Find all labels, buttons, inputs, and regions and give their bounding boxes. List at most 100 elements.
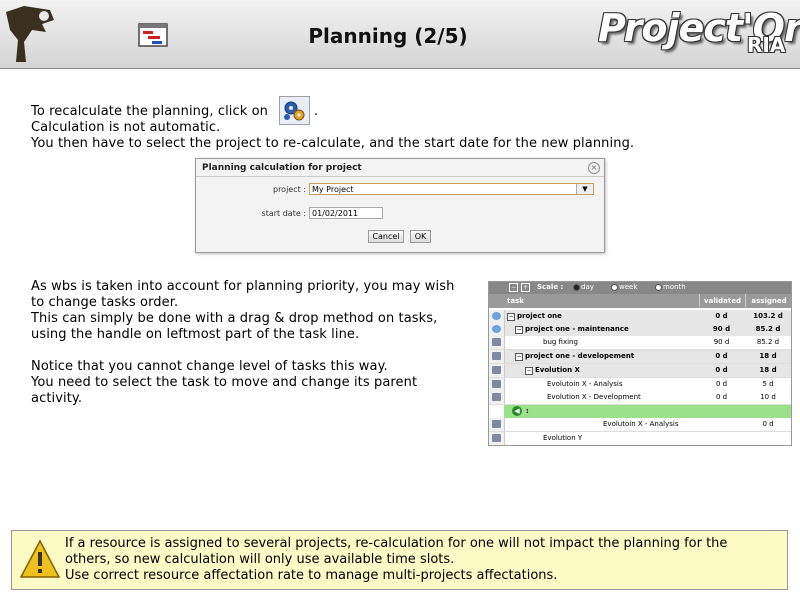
validated-value: 0 d [715,352,728,360]
calculate-planning-button[interactable] [279,96,310,125]
wbs-explanation-line: As wbs is taken into account for plannin… [31,279,455,294]
planning-calculation-dialog: Planning calculation for project × proje… [195,158,605,253]
project-select[interactable]: My Project ▼ [309,183,594,195]
task-name: bug fixing [543,338,578,346]
intro-line-2: Calculation is not automatic. [31,120,221,135]
wbs-explanation-line: You need to select the task to move and … [31,375,418,390]
column-header-assigned: assigned [745,294,791,307]
table-row[interactable]: Evolutoin X - Analysis 0 d [489,418,791,432]
drop-zone-marker: : [526,407,529,415]
intro-line-3: You then have to select the project to r… [31,136,635,151]
ok-button[interactable]: OK [410,230,431,243]
intro-line-1-end: . [314,104,319,119]
dialog-title: Planning calculation for project [202,163,362,173]
project-icon [492,325,501,333]
task-name: Evolutoin X - Analysis [603,420,679,428]
column-header-validated: validated [699,294,745,307]
assigned-value: 103.2 d [753,312,783,320]
scale-option-day[interactable]: day [569,283,594,291]
assigned-value [745,432,791,445]
scale-option-week[interactable]: week [607,283,637,291]
wbs-explanation-line: This can simply be done with a drag & dr… [31,311,438,326]
assigned-value: 5 d [762,380,774,388]
project-icon [492,312,501,320]
column-header-task: task [507,297,524,305]
wbs-explanation-line: to change tasks order. [31,295,179,310]
table-row[interactable]: Evolution X - Development 0 d 10 d [489,391,791,405]
start-date-label: start date : [261,209,306,218]
table-row[interactable]: Evolutoin X - Analysis 0 d 5 d [489,378,791,392]
table-row[interactable]: − project one 0 d 103.2 d [489,310,791,324]
header-bar: Planning (2/5) Project'Or RIA [0,0,800,69]
task-icon [492,380,501,388]
collapse-icon[interactable]: − [507,313,515,321]
task-name: project one - maintenance [525,325,629,333]
validated-value [699,418,744,431]
start-date-field[interactable]: 01/02/2011 [309,207,383,219]
validated-value [699,432,744,445]
collapse-all-icon[interactable]: − [509,283,518,292]
collapse-icon[interactable]: − [525,367,533,375]
task-name: Evolution X [535,366,580,374]
brand-logo-subtext: RIA [747,33,786,57]
wbs-explanation-line: Notice that you cannot change level of t… [31,359,388,374]
assigned-value: 85.2 d [756,338,780,346]
collapse-icon[interactable]: − [515,353,523,361]
scale-label: Scale : [537,283,564,291]
grid-header: task validated assigned [489,294,791,308]
chevron-down-icon[interactable]: ▼ [576,184,593,194]
tip-box: If a resource is assigned to several pro… [11,530,788,590]
validated-value: 0 d [715,393,728,401]
scale-option-month[interactable]: month [651,283,686,291]
table-row[interactable]: bug fixing 90 d 85.2 d [489,336,791,350]
validated-value: 0 d [715,380,728,388]
task-name: Evolutoin X - Analysis [547,380,623,388]
close-icon[interactable]: × [588,162,600,174]
task-name: project one - developement [525,352,635,360]
drop-zone-indicator: : ◀ [504,405,791,419]
table-row[interactable]: − project one - maintenance 90 d 85.2 d [489,323,791,337]
tip-line: others, so new calculation will only use… [65,552,455,567]
task-icon [492,338,501,346]
intro-line-1: To recalculate the planning, click on [31,104,269,119]
assigned-value: 10 d [760,393,776,401]
warning-icon [19,539,61,578]
calculate-planning-icon [284,101,305,121]
radio-icon [611,283,618,291]
validated-value: 0 d [715,312,728,320]
task-name: project one [517,312,562,320]
tip-line: If a resource is assigned to several pro… [65,536,728,551]
task-icon [492,393,501,401]
table-row[interactable]: − Evolution X 0 d 18 d [489,364,791,378]
task-name: Evolution X - Development [547,393,641,401]
task-icon [492,352,501,360]
task-name: Evolution Y [543,434,583,442]
validated-value: 90 d [712,325,731,333]
assigned-value: 18 d [759,366,777,374]
validated-value: 0 d [715,366,728,374]
table-row[interactable]: Evolution Y [489,432,791,445]
expand-all-icon[interactable]: + [521,283,530,292]
task-grid: − + Scale : day week month task validate… [488,281,792,446]
grid-toolbar: − + Scale : day week month [489,282,791,294]
project-label: project : [272,185,306,194]
task-icon [492,420,501,428]
project-select-value: My Project [312,185,354,194]
task-icon [492,366,501,374]
assigned-value: 18 d [759,352,777,360]
cancel-button[interactable]: Cancel [368,230,404,243]
collapse-icon[interactable]: − [515,326,523,334]
validated-value: 90 d [713,338,730,346]
assigned-value: 85.2 d [755,325,781,333]
dialog-divider [196,176,604,177]
task-icon [492,434,501,442]
radio-icon [655,283,662,291]
wbs-explanation-line: activity. [31,391,83,406]
table-row[interactable]: − project one - developement 0 d 18 d [489,350,791,364]
radio-selected-icon [573,283,580,291]
assigned-value: 0 d [762,420,774,428]
tip-line: Use correct resource affectation rate to… [65,568,558,583]
wbs-explanation-line: using the handle on leftmost part of the… [31,327,360,342]
tip-text: If a resource is assigned to several pro… [65,536,727,584]
drop-arrow-icon: ◀ [512,406,522,416]
